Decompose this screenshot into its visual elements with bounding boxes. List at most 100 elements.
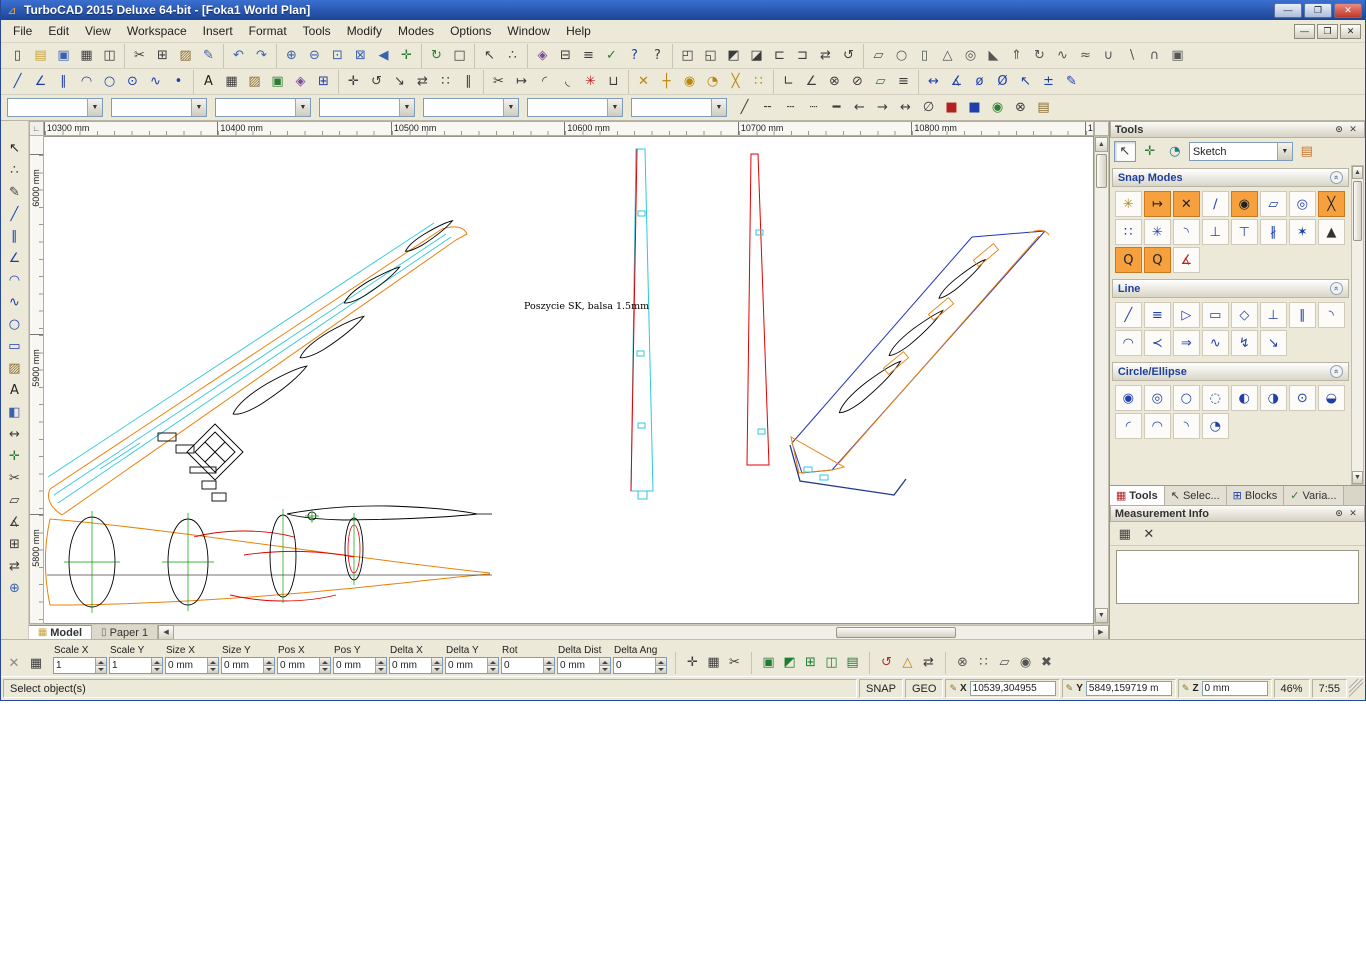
menu-item[interactable]: Workspace: [119, 21, 195, 41]
table-tool-button[interactable]: ▦: [220, 71, 243, 93]
snap-nearest[interactable]: ↦: [1144, 191, 1171, 217]
chamfer-button[interactable]: ◟: [556, 71, 579, 93]
line-single[interactable]: ╱: [1115, 302, 1142, 328]
join-button[interactable]: ⊔: [602, 71, 625, 93]
zoom-level[interactable]: 46%: [1274, 679, 1310, 698]
measure-tool[interactable]: ∡: [3, 511, 26, 533]
snap-intersection[interactable]: ╳: [1318, 191, 1345, 217]
align-right-button[interactable]: ⊐: [791, 45, 814, 67]
warning-indicator[interactable]: △: [897, 652, 918, 672]
ellipse-rotated[interactable]: ◒: [1318, 385, 1345, 411]
scroll-down-arrow[interactable]: ▼: [1095, 608, 1108, 623]
select-button[interactable]: ↖: [478, 45, 501, 67]
chevron-down-icon[interactable]: ▼: [711, 99, 726, 116]
curve-tool[interactable]: ∿: [3, 291, 26, 313]
symbol-insert-button[interactable]: ◈: [289, 71, 312, 93]
panel-scrollbar[interactable]: ▲ ▼: [1351, 165, 1364, 485]
ellipse[interactable]: ⊙: [1289, 385, 1316, 411]
snap-vertex[interactable]: ✕: [1173, 191, 1200, 217]
paper-tab[interactable]: ▯ Paper 1: [92, 625, 158, 640]
chevron-down-icon[interactable]: ▼: [87, 99, 102, 116]
panel-select-button[interactable]: ↖: [1114, 141, 1136, 162]
spinner[interactable]: [263, 658, 274, 673]
spinner[interactable]: [95, 658, 106, 673]
extend-button[interactable]: ↦: [510, 71, 533, 93]
snap-midpoint-toggle[interactable]: ┼: [655, 71, 678, 93]
circle-tool-button[interactable]: ○: [98, 71, 121, 93]
snap-aerial[interactable]: ✶: [1289, 219, 1316, 245]
arrow-both-button[interactable]: ↔: [894, 97, 917, 119]
selector-3d-button[interactable]: ◩: [779, 652, 800, 672]
panel-scroll-thumb[interactable]: [1353, 181, 1362, 241]
line-tangent-arc[interactable]: ◝: [1318, 302, 1345, 328]
hatch-tool[interactable]: ▨: [3, 357, 26, 379]
menu-item[interactable]: Window: [499, 21, 558, 41]
revolve-button[interactable]: ↻: [1028, 45, 1051, 67]
arrow-end-button[interactable]: →: [871, 97, 894, 119]
x-coordinate-field[interactable]: 10539,304955: [970, 681, 1056, 696]
paint-tool[interactable]: ◧: [3, 401, 26, 423]
undo-button[interactable]: ↶: [227, 45, 250, 67]
no-style-button[interactable]: ∅: [917, 97, 940, 119]
rotate-tool-button[interactable]: ↺: [365, 71, 388, 93]
spinner[interactable]: [207, 658, 218, 673]
line-zigzag[interactable]: ↯: [1231, 330, 1258, 356]
arc-3point[interactable]: ◠: [1144, 413, 1171, 439]
select-tool[interactable]: ↖: [3, 137, 26, 159]
line-vector[interactable]: ↘: [1260, 330, 1287, 356]
dim-radius-button[interactable]: ø: [968, 71, 991, 93]
dim-linear-button[interactable]: ↔: [922, 71, 945, 93]
measurement-table-button[interactable]: ▦: [1114, 524, 1136, 545]
hatch-tool-button[interactable]: ▨: [243, 71, 266, 93]
torus-3d-button[interactable]: ◎: [959, 45, 982, 67]
horizontal-scroll-thumb[interactable]: [836, 627, 956, 638]
sketch-mode-combo[interactable]: Sketch ▼: [1189, 142, 1293, 161]
chevron-down-icon[interactable]: ▼: [1277, 143, 1292, 160]
panel-render-button[interactable]: ◔: [1164, 141, 1186, 162]
snap-angle[interactable]: ∡: [1173, 247, 1200, 273]
line-polygon[interactable]: ▷: [1173, 302, 1200, 328]
minimize-button[interactable]: —: [1274, 3, 1302, 18]
arc-elliptical[interactable]: ◔: [1202, 413, 1229, 439]
snap-divide[interactable]: ∦: [1260, 219, 1287, 245]
dimension-tool[interactable]: ↔: [3, 423, 26, 445]
snap-modes-section-header[interactable]: Snap Modes «: [1112, 168, 1349, 187]
cylinder-3d-button[interactable]: ▯: [913, 45, 936, 67]
scroll-up-arrow[interactable]: ▲: [1352, 166, 1363, 179]
pick-tool-button[interactable]: ✛: [682, 652, 703, 672]
snap-center[interactable]: ◉: [1231, 191, 1258, 217]
field-input[interactable]: 0 mm: [557, 657, 611, 674]
snap-toggle[interactable]: SNAP: [859, 679, 903, 698]
close-button[interactable]: ✕: [1334, 3, 1362, 18]
ortho-mode-button[interactable]: ∟: [777, 71, 800, 93]
line-perpendicular[interactable]: ⊥: [1260, 302, 1287, 328]
trim-tool[interactable]: ✂: [3, 467, 26, 489]
palette-options-button[interactable]: ▤: [1296, 141, 1318, 162]
arc-tangent[interactable]: ◝: [1173, 413, 1200, 439]
spell-check-button[interactable]: ✓: [600, 45, 623, 67]
zoom-tool[interactable]: ⊕: [3, 577, 26, 599]
offset-tool-button[interactable]: ∥: [457, 71, 480, 93]
image-insert-button[interactable]: ▣: [266, 71, 289, 93]
bring-front-button[interactable]: ◩: [722, 45, 745, 67]
field-input[interactable]: 0 mm: [165, 657, 219, 674]
shell-button[interactable]: ▣: [1166, 45, 1189, 67]
menu-item[interactable]: View: [77, 21, 119, 41]
redraw-button[interactable]: ↻: [425, 45, 448, 67]
point-tool-button[interactable]: •: [167, 71, 190, 93]
geo-toggle[interactable]: GEO: [905, 679, 943, 698]
format-painter-button[interactable]: ✎: [197, 45, 220, 67]
collapse-chevron-icon[interactable]: «: [1330, 171, 1343, 184]
symbol-library-button[interactable]: ◈: [531, 45, 554, 67]
mirror-button[interactable]: ⇄: [814, 45, 837, 67]
copy-tool[interactable]: ⊞: [3, 533, 26, 555]
style-lock-button[interactable]: ⊗: [1009, 97, 1032, 119]
collapse-chevron-icon[interactable]: «: [1330, 282, 1343, 295]
save-button[interactable]: ▣: [52, 45, 75, 67]
vertical-scroll-thumb[interactable]: [1096, 154, 1107, 188]
line-rotated-rectangle[interactable]: ◇: [1231, 302, 1258, 328]
property-set-combo[interactable]: ▼: [7, 98, 103, 117]
selector-node-button[interactable]: ◫: [821, 652, 842, 672]
leader-button[interactable]: ↖: [1014, 71, 1037, 93]
multiline-tool[interactable]: ∥: [3, 225, 26, 247]
